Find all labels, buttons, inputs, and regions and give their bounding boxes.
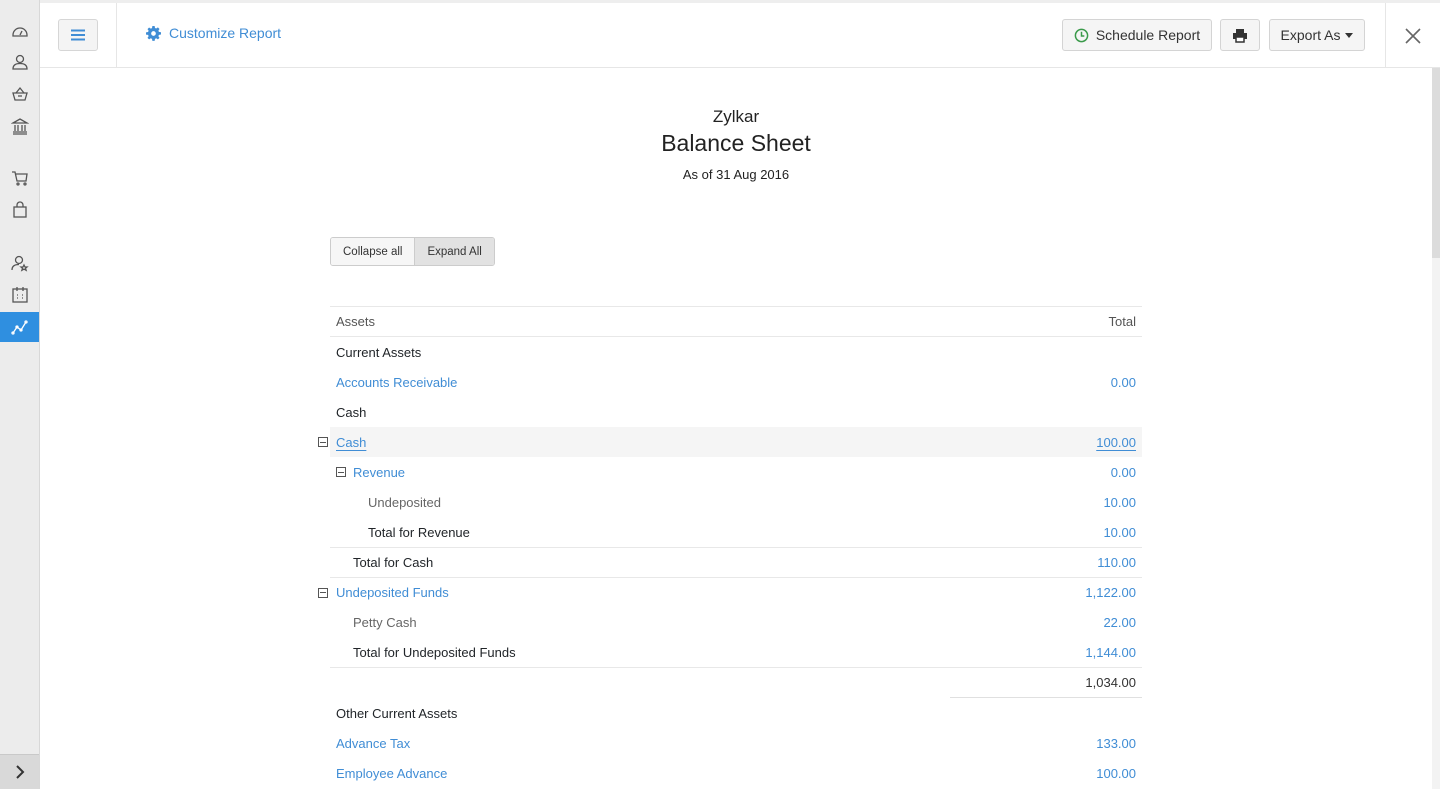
table-row: Total for Undeposited Funds 1,144.00: [330, 637, 1142, 667]
expand-all-button[interactable]: Expand All: [414, 238, 494, 265]
menu-button[interactable]: [58, 19, 98, 51]
collapse-toggle-icon[interactable]: [318, 587, 328, 598]
sidebar-item-purchases[interactable]: [0, 196, 39, 224]
schedule-report-label: Schedule Report: [1095, 27, 1201, 43]
table-row: Revenue 0.00: [330, 457, 1142, 487]
amount-link[interactable]: 110.00: [1097, 555, 1136, 570]
table-row: Cash: [330, 397, 1142, 427]
account-label: Undeposited: [368, 494, 441, 510]
report-title: Balance Sheet: [661, 130, 811, 156]
organization-name: Zylkar: [712, 107, 760, 126]
customize-report-label: Customize Report: [169, 25, 282, 41]
column-header-assets: Assets: [336, 314, 376, 329]
sidebar-item-contacts[interactable]: [0, 48, 39, 76]
items-basket-icon: [11, 86, 28, 101]
amount-link[interactable]: 100.00: [1096, 435, 1136, 450]
sidebar-item-time-tracking[interactable]: [0, 281, 39, 309]
close-icon[interactable]: [1404, 27, 1422, 45]
sidebar-expand-button[interactable]: [0, 754, 39, 789]
amount-link[interactable]: 10.00: [1103, 495, 1136, 510]
table-row: Current Assets: [330, 337, 1142, 367]
amount-link[interactable]: 133.00: [1096, 736, 1136, 751]
collapse-toggle-icon[interactable]: [336, 467, 346, 477]
table-row: Undeposited Funds 1,122.00: [318, 577, 1142, 607]
sidebar-item-items[interactable]: [0, 80, 39, 108]
table-row: Other Current Assets: [330, 698, 1142, 728]
sidebar-item-accountant[interactable]: [0, 249, 39, 277]
amount-link[interactable]: 100.00: [1096, 766, 1136, 781]
table-row: 1,034.00: [330, 667, 1142, 697]
subtotal-amount: 1,034.00: [1085, 675, 1136, 690]
sidebar-item-dashboard[interactable]: [0, 17, 39, 45]
total-label: Total for Revenue: [368, 524, 470, 540]
section-heading: Current Assets: [336, 344, 422, 360]
divider: [116, 3, 117, 68]
column-header-total: Total: [1108, 314, 1136, 329]
section-heading: Other Current Assets: [336, 705, 458, 721]
timesheet-calendar-icon: [11, 287, 28, 303]
table-row: Petty Cash 22.00: [330, 607, 1142, 637]
account-link[interactable]: Advance Tax: [330, 736, 410, 751]
gear-icon: [146, 25, 161, 41]
table-row: Total for Cash 110.00: [330, 547, 1142, 577]
amount-link[interactable]: 1,144.00: [1085, 645, 1136, 660]
report-toolbar: Customize Report Schedule Report Export …: [40, 0, 1440, 68]
table-row: Total for Revenue 10.00: [330, 517, 1142, 547]
print-button[interactable]: [1220, 19, 1260, 51]
account-link[interactable]: Undeposited Funds: [330, 585, 449, 600]
amount-link[interactable]: 0.00: [1111, 465, 1136, 480]
table-row: Advance Tax 133.00: [330, 728, 1142, 758]
account-link[interactable]: Cash: [336, 435, 366, 450]
purchases-bag-icon: [12, 201, 27, 218]
accountant-icon: [10, 255, 29, 272]
clock-icon: [1074, 28, 1089, 42]
table-row: Cash 100.00: [318, 427, 1142, 457]
collapse-all-button[interactable]: Collapse all: [331, 238, 415, 265]
export-as-label: Export As: [1280, 27, 1341, 43]
account-link[interactable]: Accounts Receivable: [330, 375, 457, 390]
chevron-right-icon: [15, 765, 24, 779]
account-link[interactable]: Employee Advance: [330, 766, 447, 781]
divider: [1385, 3, 1386, 68]
table-header: Assets Total: [330, 306, 1142, 337]
table-row: Accounts Receivable 0.00: [330, 367, 1142, 397]
report-date: As of 31 Aug 2016: [682, 167, 790, 182]
total-label: Total for Cash: [353, 555, 434, 570]
dashboard-icon: [11, 27, 28, 37]
collapse-toggle-icon[interactable]: [318, 437, 328, 447]
export-as-dropdown[interactable]: Export As: [1269, 19, 1365, 51]
amount-link[interactable]: 1,122.00: [1085, 585, 1136, 600]
schedule-report-button[interactable]: Schedule Report: [1062, 19, 1212, 51]
section-heading: Cash: [336, 404, 367, 420]
table-row: Employee Advance 100.00: [330, 758, 1142, 788]
scrollbar-thumb[interactable]: [1432, 68, 1440, 258]
table-row: Undeposited 10.00: [330, 487, 1142, 517]
sidebar-item-reports[interactable]: [0, 312, 39, 342]
amount-link[interactable]: 0.00: [1111, 375, 1136, 390]
caret-down-icon: [1345, 32, 1354, 38]
contacts-icon: [11, 54, 28, 70]
printer-icon: [1233, 28, 1247, 43]
amount-link[interactable]: 10.00: [1103, 525, 1136, 540]
customize-report-button[interactable]: Customize Report: [146, 25, 281, 41]
balance-sheet-table: Assets Total Current Assets Accounts Rec…: [318, 306, 1142, 788]
collapse-expand-toggle: Collapse all Expand All: [330, 237, 495, 266]
total-label: Total for Undeposited Funds: [353, 644, 516, 660]
amount-link[interactable]: 22.00: [1103, 615, 1136, 630]
reports-chart-icon: [10, 320, 28, 335]
account-label: Petty Cash: [353, 614, 417, 630]
hamburger-icon: [71, 29, 85, 41]
